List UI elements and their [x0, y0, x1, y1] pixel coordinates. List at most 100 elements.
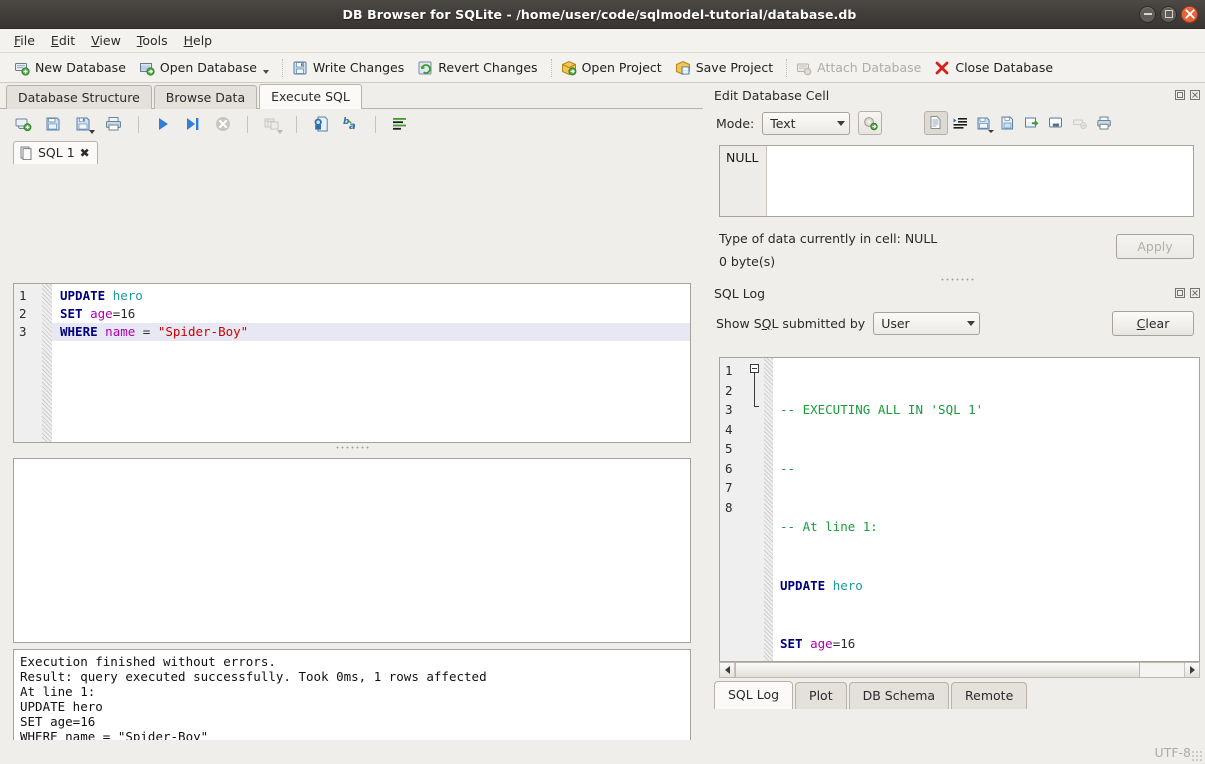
edit-cell-dock-title: Edit Database Cell [708, 85, 1205, 105]
toolbar-save-project[interactable]: Save Project [671, 58, 782, 78]
export-data-icon [1000, 115, 1016, 131]
bottom-tab-plot[interactable]: Plot [795, 682, 847, 709]
sql-toolbar-separator-2 [247, 116, 248, 133]
chevron-right-icon [1190, 666, 1195, 674]
toolbar-attach-database-label: Attach Database [817, 60, 921, 75]
float-icon[interactable] [1174, 89, 1186, 101]
toolbar-new-database[interactable]: New Database [10, 58, 135, 78]
sql-editor[interactable]: 123 UPDATE hero SET age=16 WHERE name = … [13, 283, 691, 443]
results-grid[interactable] [13, 458, 691, 643]
window-titlebar: DB Browser for SQLite - /home/user/code/… [0, 0, 1205, 29]
word-wrap-button[interactable] [948, 111, 972, 135]
bottom-tab-remote[interactable]: Remote [951, 682, 1027, 709]
auto-completion-icon[interactable]: b a [341, 114, 361, 134]
bottom-tab-db-schema[interactable]: DB Schema [849, 682, 949, 709]
scroll-thumb[interactable] [735, 663, 1140, 677]
sql-tab-sql1[interactable]: SQL 1 ✖ [13, 141, 98, 164]
close-database-icon [934, 60, 950, 76]
import-data-button[interactable] [972, 111, 996, 135]
menu-edit[interactable]: Edit [43, 30, 83, 51]
sql-tab-label: SQL 1 [38, 145, 75, 160]
export-data-button[interactable] [996, 111, 1020, 135]
bottom-tab-sql-log[interactable]: SQL Log [714, 681, 793, 709]
menu-view[interactable]: View [83, 30, 129, 51]
float-icon[interactable] [1174, 287, 1186, 299]
mode-select-value: Text [770, 116, 829, 131]
chevron-left-icon [725, 666, 730, 674]
print-cell-button[interactable] [1092, 111, 1116, 135]
scroll-left-button[interactable] [720, 663, 735, 677]
find-replace-icon[interactable] [311, 114, 331, 134]
bottom-dock-tabs: SQL Log Plot DB Schema Remote [714, 681, 1029, 709]
menu-tools[interactable]: Tools [129, 30, 176, 51]
save-sql-file-icon[interactable] [74, 114, 94, 134]
sql-tabstrip: SQL 1 ✖ [0, 139, 703, 163]
sql-log-filter-select[interactable]: User [873, 312, 980, 335]
toolbar-open-database[interactable]: Open Database [135, 58, 278, 78]
maximize-button[interactable] [1160, 6, 1177, 23]
close-icon[interactable] [1189, 89, 1201, 101]
format-sql-icon[interactable] [390, 114, 410, 134]
tab-database-structure[interactable]: Database Structure [6, 85, 152, 109]
tab-execute-sql-label: Execute SQL [271, 89, 350, 104]
open-tab-icon[interactable] [14, 114, 34, 134]
toolbar-revert-changes[interactable]: Revert Changes [413, 58, 546, 78]
set-as-null-button[interactable] [1020, 111, 1044, 135]
toolbar-attach-database[interactable]: Attach Database [792, 58, 930, 78]
code-line: UPDATE hero [52, 287, 690, 305]
open-sql-file-icon[interactable] [44, 114, 64, 134]
cell-value-input[interactable] [767, 146, 1193, 216]
mode-select[interactable]: Text [762, 112, 850, 135]
editor-splitter[interactable] [13, 443, 691, 451]
sql-tab-close-icon[interactable]: ✖ [80, 147, 90, 159]
sql-log-lines: -- EXECUTING ALL IN 'SQL 1' -- -- At lin… [773, 358, 1199, 661]
tab-browse-data-label: Browse Data [166, 90, 245, 105]
toolbar-open-project[interactable]: Open Project [557, 58, 671, 78]
sql-log-filter-value: User [881, 316, 959, 331]
sql-log-fold-margin[interactable] [748, 358, 764, 661]
toolbar-close-database[interactable]: Close Database [930, 58, 1062, 78]
bottom-tab-db-schema-label: DB Schema [863, 688, 935, 703]
cell-info-row: Type of data currently in cell: NULL 0 b… [719, 231, 1194, 269]
auto-switch-mode-button[interactable] [858, 111, 882, 135]
execute-current-line-icon[interactable] [183, 114, 203, 134]
splitter-grip [335, 446, 369, 449]
fold-toggle-icon[interactable] [750, 364, 759, 373]
sql-log-hscrollbar[interactable] [719, 662, 1200, 678]
menu-help[interactable]: Help [176, 30, 221, 51]
cell-value-editor[interactable]: NULL [719, 145, 1194, 217]
execute-all-icon[interactable] [153, 114, 173, 134]
log-line: -- EXECUTING ALL IN 'SQL 1' [773, 400, 1199, 420]
right-dock-splitter[interactable] [708, 275, 1205, 283]
apply-button[interactable]: Apply [1116, 234, 1194, 259]
close-button[interactable] [1181, 6, 1198, 23]
toolbar-open-database-label: Open Database [160, 60, 257, 75]
bottom-tab-plot-label: Plot [809, 688, 833, 703]
cell-null-marker: NULL [720, 146, 767, 216]
write-changes-icon [292, 60, 308, 76]
minimize-button[interactable] [1139, 6, 1156, 23]
scroll-track[interactable] [735, 663, 1184, 677]
resize-grip[interactable] [1191, 750, 1203, 762]
open-in-external-button[interactable] [1044, 111, 1068, 135]
text-mode-button[interactable] [924, 111, 948, 135]
chevron-down-icon[interactable] [263, 70, 269, 74]
print-icon[interactable] [104, 114, 124, 134]
tab-browse-data[interactable]: Browse Data [154, 85, 257, 109]
sql-log-view[interactable]: 12345678 -- EXECUTING ALL IN 'SQL 1' -- … [719, 357, 1200, 662]
clear-log-button[interactable]: Clear [1112, 311, 1194, 336]
tab-execute-sql[interactable]: Execute SQL [259, 84, 362, 109]
sql-toolbar: b a [0, 109, 703, 139]
code-line: SET age=16 [52, 305, 690, 323]
print-cell-icon [1096, 115, 1112, 131]
toolbar-new-database-label: New Database [35, 60, 126, 75]
toolbar-write-changes[interactable]: Write Changes [288, 58, 413, 78]
bottom-tab-sql-log-label: SQL Log [728, 687, 779, 702]
code-line-current: WHERE name = "Spider-Boy" [52, 323, 690, 341]
menu-file[interactable]: File [6, 30, 43, 51]
scroll-right-button[interactable] [1184, 663, 1199, 677]
stop-icon [213, 114, 233, 134]
close-icon[interactable] [1189, 287, 1201, 299]
sql-editor-lines[interactable]: UPDATE hero SET age=16 WHERE name = "Spi… [52, 284, 690, 442]
apply-data-button [1068, 111, 1092, 135]
